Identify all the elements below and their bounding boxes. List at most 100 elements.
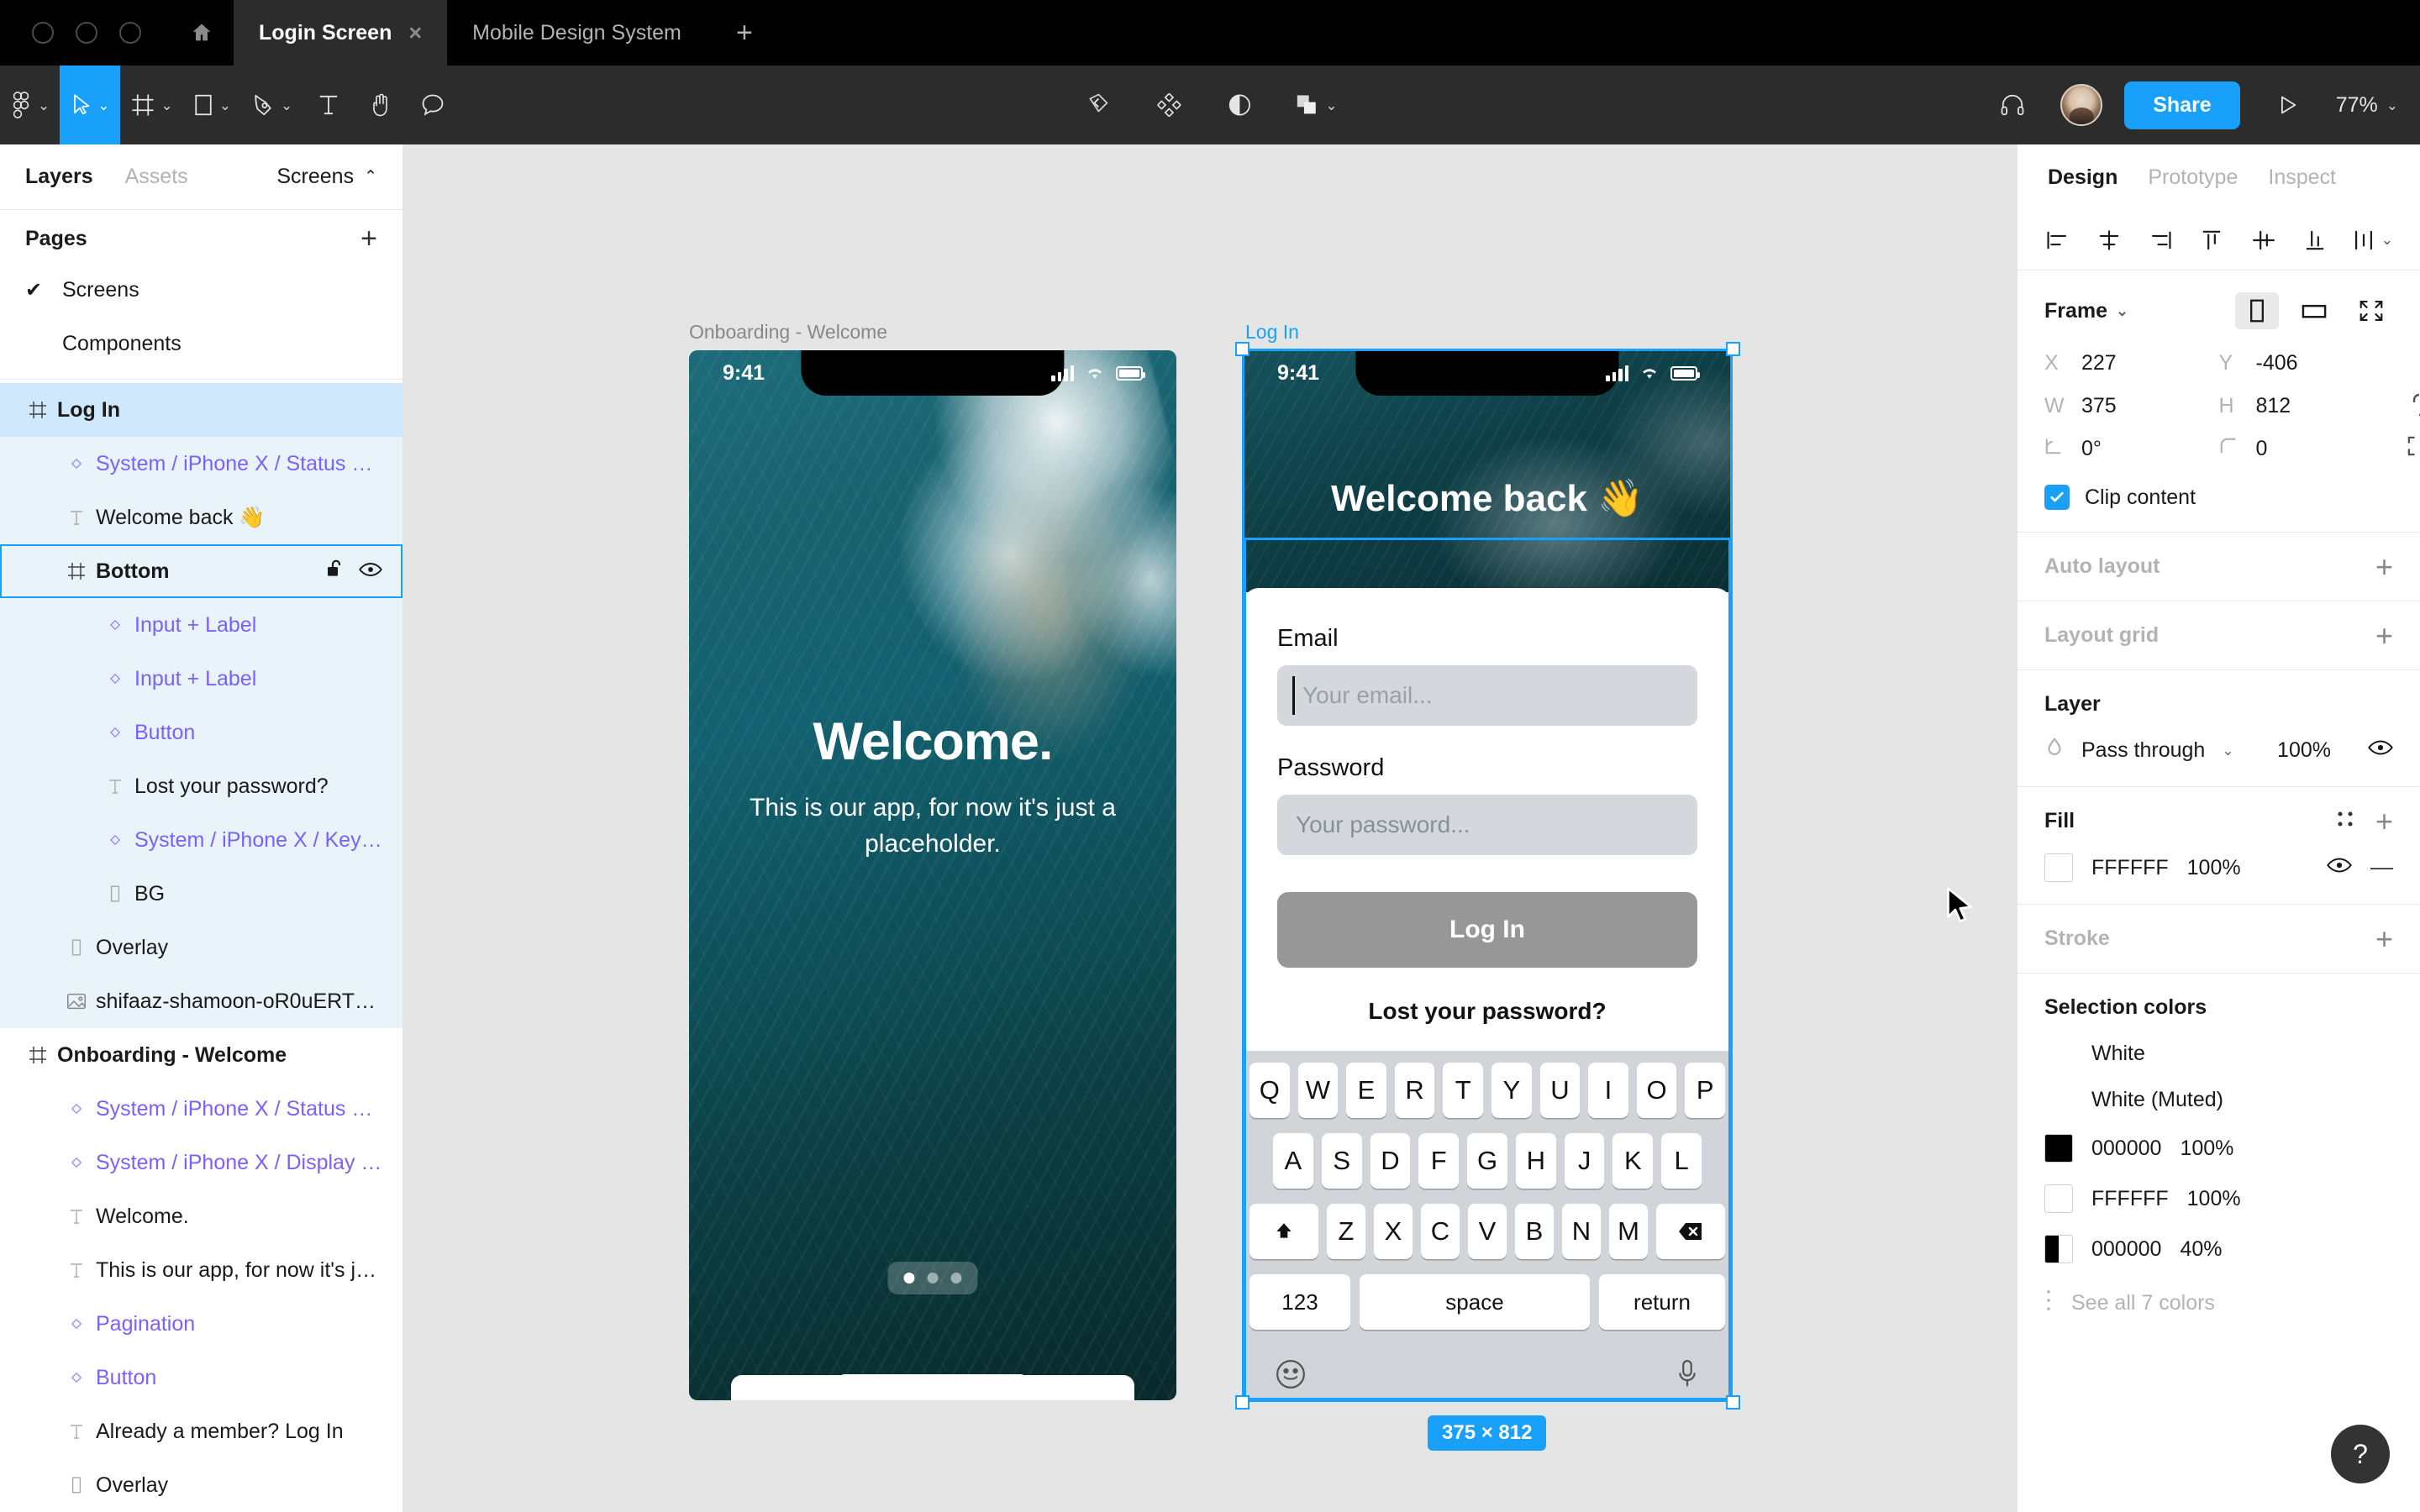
- see-all-colors-row[interactable]: See all 7 colors: [2044, 1289, 2393, 1318]
- boolean-union-icon[interactable]: ⌄: [1284, 66, 1347, 144]
- layer-row[interactable]: Bottom: [0, 544, 402, 598]
- resize-to-fit-icon[interactable]: [2349, 292, 2393, 329]
- chevron-down-icon[interactable]: ⌄: [38, 98, 50, 113]
- keyboard-key[interactable]: B: [1515, 1204, 1554, 1259]
- unlock-icon[interactable]: [325, 559, 344, 585]
- close-window-dot[interactable]: [32, 22, 54, 44]
- fill-hex[interactable]: FFFFFF: [2091, 856, 2169, 880]
- frame-onboarding-welcome[interactable]: 9:41 Welcome. This is our app, for now i…: [689, 350, 1176, 1400]
- pagination-dot[interactable]: [903, 1273, 915, 1284]
- height-field[interactable]: H 812: [2219, 393, 2420, 418]
- mask-icon[interactable]: [1213, 66, 1265, 144]
- frame-title[interactable]: Frame ⌄: [2044, 299, 2128, 323]
- align-horizontal-center-icon[interactable]: [2096, 228, 2123, 252]
- hand-tool-icon[interactable]: [355, 66, 407, 144]
- page-selector[interactable]: Screens ⌃: [276, 165, 377, 189]
- align-right-icon[interactable]: [2147, 228, 2174, 252]
- zoom-level-control[interactable]: 77% ⌄: [2336, 93, 2398, 118]
- eye-icon[interactable]: [2327, 856, 2352, 880]
- layer-row[interactable]: Pagination: [0, 1297, 402, 1351]
- new-tab-button[interactable]: +: [707, 0, 782, 66]
- component-reset-icon[interactable]: [1072, 66, 1124, 144]
- layer-row[interactable]: Already a member? Log In: [0, 1404, 402, 1458]
- layer-row[interactable]: This is our app, for now it's jus…: [0, 1243, 402, 1297]
- tab-layers[interactable]: Layers: [25, 165, 93, 189]
- selection-color-swatch[interactable]: [2044, 1134, 2073, 1163]
- distribute-menu[interactable]: ⌄: [2353, 228, 2393, 252]
- pagination[interactable]: [887, 1262, 978, 1294]
- chevron-down-icon[interactable]: ⌄: [2381, 232, 2393, 249]
- resize-handle-bottom-right[interactable]: [1726, 1395, 1740, 1410]
- layer-row[interactable]: System / iPhone X / Display / …: [0, 1136, 402, 1189]
- tab-design[interactable]: Design: [2048, 165, 2118, 190]
- selection-color-swatch[interactable]: [2044, 1235, 2073, 1263]
- page-item-screens[interactable]: ✔ Screens: [0, 263, 402, 317]
- align-left-icon[interactable]: [2044, 228, 2071, 252]
- backspace-icon[interactable]: [1656, 1204, 1725, 1259]
- keyboard-key[interactable]: M: [1609, 1204, 1648, 1259]
- layer-row[interactable]: Button: [0, 1351, 402, 1404]
- chevron-down-icon[interactable]: ⌄: [219, 98, 231, 113]
- layer-row[interactable]: Log In: [0, 383, 402, 437]
- selection-color-swatch[interactable]: [2044, 1184, 2073, 1213]
- layer-opacity-value[interactable]: 100%: [2277, 738, 2331, 763]
- figma-menu-icon[interactable]: ⌄: [0, 66, 60, 144]
- return-key[interactable]: return: [1599, 1274, 1725, 1330]
- width-field[interactable]: W 375: [2044, 394, 2219, 418]
- resize-handle-top-right[interactable]: [1726, 342, 1740, 356]
- page-item-components[interactable]: Components: [0, 317, 402, 370]
- keyboard-key[interactable]: E: [1346, 1063, 1386, 1118]
- help-button[interactable]: ?: [2331, 1425, 2390, 1483]
- layer-row[interactable]: Welcome back 👋: [0, 491, 402, 544]
- selection-color-style-row[interactable]: White (Muted): [2044, 1088, 2393, 1112]
- keyboard-row-3[interactable]: ZXCVBNM: [1249, 1204, 1725, 1259]
- layer-row[interactable]: Welcome.: [0, 1189, 402, 1243]
- chevron-down-icon[interactable]: ⌄: [281, 98, 292, 113]
- avatar[interactable]: [2060, 84, 2103, 126]
- clip-content-row[interactable]: Clip content: [2044, 485, 2393, 510]
- keyboard-row-2[interactable]: ASDFGHJKL: [1249, 1133, 1725, 1189]
- resize-handle-bottom-left[interactable]: [1235, 1395, 1249, 1410]
- keyboard-key[interactable]: N: [1562, 1204, 1601, 1259]
- maximize-window-dot[interactable]: [119, 22, 141, 44]
- pen-tool-icon[interactable]: ⌄: [241, 66, 302, 144]
- portrait-orientation-icon[interactable]: [2235, 292, 2279, 329]
- add-page-button[interactable]: +: [360, 224, 377, 254]
- headphones-icon[interactable]: [1986, 66, 2039, 144]
- chevron-down-icon[interactable]: ⌄: [161, 98, 173, 113]
- independent-corners-icon[interactable]: [2407, 435, 2420, 463]
- layer-row[interactable]: Lost your password?: [0, 759, 402, 813]
- blend-mode-row[interactable]: Pass through ⌄ 100%: [2044, 737, 2393, 764]
- align-bottom-icon[interactable]: [2302, 228, 2328, 252]
- resize-handle-top-left[interactable]: [1235, 342, 1249, 356]
- keyboard-key[interactable]: P: [1685, 1063, 1725, 1118]
- shift-icon[interactable]: [1249, 1204, 1318, 1259]
- layers-list[interactable]: Log In System / iPhone X / Status Ba… Welc…: [0, 380, 402, 1512]
- space-key[interactable]: space: [1360, 1274, 1590, 1330]
- create-component-icon[interactable]: [1143, 66, 1195, 144]
- keyboard-key[interactable]: D: [1370, 1133, 1411, 1189]
- keyboard-key[interactable]: X: [1374, 1204, 1413, 1259]
- fill-swatch[interactable]: [2044, 853, 2073, 882]
- add-fill-button[interactable]: +: [2375, 806, 2393, 836]
- chevron-down-icon[interactable]: ⌄: [1325, 98, 1337, 113]
- home-icon[interactable]: [170, 0, 234, 66]
- fill-row[interactable]: FFFFFF 100% —: [2044, 853, 2393, 882]
- pagination-dot[interactable]: [950, 1273, 962, 1284]
- eye-icon[interactable]: [2368, 738, 2393, 763]
- remove-fill-button[interactable]: —: [2370, 856, 2393, 879]
- window-controls[interactable]: [0, 0, 170, 66]
- keyboard-row-1[interactable]: QWERTYUIOP: [1249, 1063, 1725, 1118]
- corner-radius-field[interactable]: 0: [2219, 436, 2415, 461]
- frame-label-login[interactable]: Log In: [1245, 321, 1299, 344]
- layer-row[interactable]: System / iPhone X / Status Ba…: [0, 1082, 402, 1136]
- clip-content-checkbox[interactable]: [2044, 485, 2070, 510]
- tab-login-screen[interactable]: Login Screen ×: [234, 0, 448, 66]
- tab-mobile-design-system[interactable]: Mobile Design System: [447, 0, 707, 66]
- selection-color-style-row[interactable]: White: [2044, 1042, 2393, 1066]
- keyboard-key[interactable]: I: [1588, 1063, 1628, 1118]
- layer-row[interactable]: System / iPhone X / Status Ba…: [0, 437, 402, 491]
- keyboard-key[interactable]: F: [1418, 1133, 1460, 1189]
- frame-tool-icon[interactable]: ⌄: [120, 66, 183, 144]
- rotation-field[interactable]: 0°: [2044, 437, 2219, 461]
